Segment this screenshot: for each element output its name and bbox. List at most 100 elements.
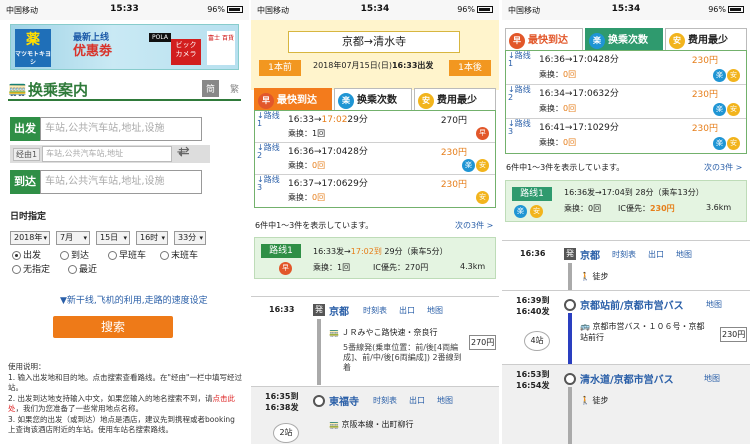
search-button[interactable]: 搜索 xyxy=(53,316,173,338)
lang-traditional-button[interactable]: 繁 xyxy=(230,82,239,95)
timetable-link[interactable]: 时刻表 xyxy=(363,305,387,316)
step-time: 16:39到 16:40发 xyxy=(516,296,550,316)
route-times: 16:41→17:1029分 xyxy=(539,123,619,133)
next-results-link[interactable]: 次の3件 > xyxy=(704,162,742,173)
train-line xyxy=(317,319,321,385)
station-name: 京都 xyxy=(580,251,600,262)
minute-select[interactable]: 33分 xyxy=(174,231,206,245)
from-label: 出发 xyxy=(10,117,40,141)
detail-transfers: 乘换：1回 xyxy=(313,263,351,272)
route-times: 16:34→17:0632分 xyxy=(539,89,619,99)
via-input[interactable]: 车站,公共汽车站,地址 xyxy=(42,146,172,162)
list-item[interactable]: ↓路线 3 16:37→17:0629分 乘换：0回 230円 安 xyxy=(255,175,495,207)
route-fare: 230円 xyxy=(691,90,718,100)
step-2: 16:35到 16:38发 東福寺 时刻表 出口 地图 🚃 京阪本線・出町柳行 … xyxy=(251,386,499,444)
route-label: 路线1 xyxy=(512,187,552,201)
step-time: 16:53到 16:54发 xyxy=(516,370,550,390)
train-icon: 🚃 xyxy=(8,79,27,97)
walk-line xyxy=(568,387,572,444)
next-train-button[interactable]: 1本後 xyxy=(449,60,491,76)
depart-icon: 発 xyxy=(564,248,576,260)
route-list: ↓路线 1 16:36→17:0428分 乘换：0回 230円 楽 安 ↓路线 … xyxy=(505,50,747,154)
stop-count[interactable]: 4站 xyxy=(524,331,550,351)
day-select[interactable]: 15日 xyxy=(96,231,130,245)
map-link[interactable]: 地图 xyxy=(427,305,443,316)
ad-logo: 薬マツモトキヨシ xyxy=(15,29,51,67)
detail-distance: 3.6km xyxy=(706,203,732,212)
detail-ic-fare: IC優先：230円 xyxy=(618,204,675,213)
exit-link[interactable]: 出口 xyxy=(648,249,664,260)
timetable-link[interactable]: 时刻表 xyxy=(373,395,397,406)
battery-icon xyxy=(477,6,493,13)
fare-box: 230円 xyxy=(720,327,748,342)
detail-transfers: 乘换：0回 xyxy=(564,204,602,213)
phone-screen-search: 中国移动 15:33 96% 薬マツモトキヨシ 最新上线 优惠劵 POLA ビック… xyxy=(0,0,249,444)
swap-icon[interactable]: ⇄ xyxy=(178,144,190,160)
route-times: 16:36→17:0428分 xyxy=(539,55,619,65)
exit-link[interactable]: 出口 xyxy=(409,395,425,406)
map-link[interactable]: 地图 xyxy=(704,373,720,384)
sort-tabs: 早最快到达 楽换乘次数 安费用最少 xyxy=(502,28,750,52)
exit-link[interactable]: 出口 xyxy=(399,305,415,316)
prev-train-button[interactable]: 1本前 xyxy=(259,60,301,76)
list-item[interactable]: ↓路线 1 16:36→17:0428分 乘换：0回 230円 楽 安 xyxy=(506,51,746,85)
from-input[interactable]: 车站,公共汽车站,地址,设施 xyxy=(40,117,202,141)
next-results-link[interactable]: 次の3件 > xyxy=(455,220,493,231)
timetable-link[interactable]: 时刻表 xyxy=(612,249,636,260)
tab-transfers[interactable]: 楽换乘次数 xyxy=(585,28,663,52)
month-select[interactable]: 7月 xyxy=(56,231,90,245)
tab-cheapest[interactable]: 安费用最少 xyxy=(414,88,496,112)
battery-icon xyxy=(227,6,243,13)
result-count: 6件中1～3件を表示しています。 xyxy=(506,163,625,172)
cheap-badge-icon: 安 xyxy=(530,205,543,218)
radio-last[interactable]: 末班车 xyxy=(160,248,198,261)
tab-fastest[interactable]: 早最快到达 xyxy=(254,88,332,112)
phone-screen-results-2: 中国移动 15:34 96% 早最快到达 楽换乘次数 安费用最少 ↓路线 1 1… xyxy=(502,0,750,444)
step-1: 16:33 発 京都 时刻表 出口 地图 🚃 ＪＲみやこ路快速・奈良行 5番線発… xyxy=(251,296,499,386)
to-input[interactable]: 车站,公共汽车站,地址,设施 xyxy=(40,170,202,194)
walk-icon: 🚶 徒步 xyxy=(580,396,609,405)
battery: 96% xyxy=(457,5,493,14)
list-item[interactable]: ↓路线 2 16:34→17:0632分 乘换：0回 230円 楽 安 xyxy=(506,85,746,119)
walk-line xyxy=(568,263,572,291)
date-section-title: 日时指定 xyxy=(10,212,47,222)
ad-fuji: 富士 百貨 xyxy=(207,31,235,65)
battery: 96% xyxy=(207,5,243,14)
radio-recent[interactable]: 最近 xyxy=(68,262,97,275)
stop-count[interactable]: 2站 xyxy=(273,423,299,443)
step-3: 16:53到 16:54发 清水道/京都市営バス 地图 🚶 徒步 xyxy=(502,364,750,444)
list-item[interactable]: ↓路线 3 16:41→17:1029分 乘换：0回 230円 楽 安 xyxy=(506,119,746,153)
tab-fastest[interactable]: 早最快到达 xyxy=(505,28,583,52)
route-transfers: 乘换：0回 xyxy=(539,104,577,113)
radio-arrive[interactable]: 到达 xyxy=(60,248,89,261)
route-number: ↓路线 3 xyxy=(257,175,280,192)
tab-cheapest[interactable]: 安费用最少 xyxy=(665,28,747,52)
to-row: 到达 车站,公共汽车站,地址,设施 xyxy=(10,170,210,194)
station-name: 清水道/京都市営バス xyxy=(580,375,674,386)
list-item[interactable]: ↓路线 2 16:36→17:0428分 乘换：0回 230円 楽 安 xyxy=(255,143,495,175)
map-link[interactable]: 地图 xyxy=(706,299,722,310)
station-icon xyxy=(564,373,576,385)
options-link[interactable]: ▼新干线,飞机的利用,走路的速度设定 xyxy=(60,293,208,306)
from-row: 出发 车站,公共汽车站,地址,设施 xyxy=(10,117,210,141)
hour-select[interactable]: 16时 xyxy=(136,231,168,245)
detail-time: 16:36发→17:04到 28分（乘车13分） xyxy=(564,188,704,197)
radio-depart[interactable]: 出发 xyxy=(12,248,41,261)
cheap-badge-icon: 安 xyxy=(476,159,489,172)
ad-banner[interactable]: 薬マツモトキヨシ 最新上线 优惠劵 POLA ビック カメラ 富士 百貨 xyxy=(10,24,239,70)
station-icon xyxy=(313,395,325,407)
radio-first[interactable]: 早班车 xyxy=(108,248,146,261)
status-bar: 中国移动 15:34 96% xyxy=(502,0,750,20)
route-transfers: 乘换：1回 xyxy=(288,129,326,138)
map-link[interactable]: 地图 xyxy=(437,395,453,406)
route-number: ↓路线 1 xyxy=(257,111,280,128)
year-select[interactable]: 2018年 xyxy=(10,231,50,245)
route-times: 16:36→17:0428分 xyxy=(288,147,368,157)
map-link[interactable]: 地图 xyxy=(676,249,692,260)
route-fare: 230円 xyxy=(440,148,467,158)
radio-none[interactable]: 无指定 xyxy=(12,262,50,275)
lang-simplified-button[interactable]: 简 xyxy=(201,80,219,97)
tab-transfers[interactable]: 楽换乘次数 xyxy=(334,88,412,112)
list-item[interactable]: ↓路线 1 16:33→17:0229分 乘换：1回 270円 早 xyxy=(255,111,495,143)
status-bar: 中国移动 15:34 96% xyxy=(251,0,499,20)
